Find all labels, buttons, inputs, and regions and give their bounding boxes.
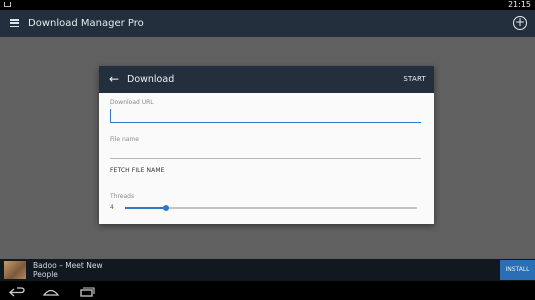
start-button[interactable]: START bbox=[403, 66, 426, 93]
threads-slider[interactable] bbox=[125, 204, 417, 211]
ad-text: Badoo – Meet New People bbox=[33, 261, 103, 279]
nav-back-icon[interactable] bbox=[6, 284, 28, 297]
dialog-header: ← Download START bbox=[99, 66, 434, 93]
file-name-label: File name bbox=[110, 136, 139, 143]
notification-icon bbox=[4, 2, 11, 7]
nav-home-icon[interactable] bbox=[40, 284, 62, 297]
download-url-label: Download URL bbox=[110, 99, 154, 106]
install-button[interactable]: INSTALL bbox=[500, 260, 535, 280]
app-bar: Download Manager Pro + bbox=[0, 10, 535, 37]
file-name-input[interactable] bbox=[110, 145, 421, 159]
threads-value: 4 bbox=[110, 204, 114, 211]
fetch-file-name-button[interactable]: FETCH FILE NAME bbox=[110, 167, 165, 174]
ad-thumbnail bbox=[4, 261, 26, 279]
ad-banner[interactable]: Badoo – Meet New People INSTALL bbox=[0, 259, 535, 281]
arrow-back-icon[interactable]: ← bbox=[109, 72, 119, 86]
threads-label: Threads bbox=[110, 193, 135, 200]
threads-slider-thumb[interactable] bbox=[162, 204, 169, 211]
hamburger-icon[interactable] bbox=[10, 19, 19, 28]
download-dialog: ← Download START Download URL File name … bbox=[99, 66, 434, 224]
app-title: Download Manager Pro bbox=[28, 18, 144, 29]
status-bar: 21:15 bbox=[0, 0, 535, 10]
nav-bar bbox=[0, 281, 535, 300]
nav-recents-icon[interactable] bbox=[75, 284, 97, 297]
status-clock: 21:15 bbox=[507, 0, 531, 9]
threads-slider-fill bbox=[125, 207, 166, 209]
dialog-title: Download bbox=[127, 74, 175, 85]
add-circle-icon[interactable]: + bbox=[513, 16, 527, 30]
download-url-input[interactable] bbox=[110, 109, 421, 123]
